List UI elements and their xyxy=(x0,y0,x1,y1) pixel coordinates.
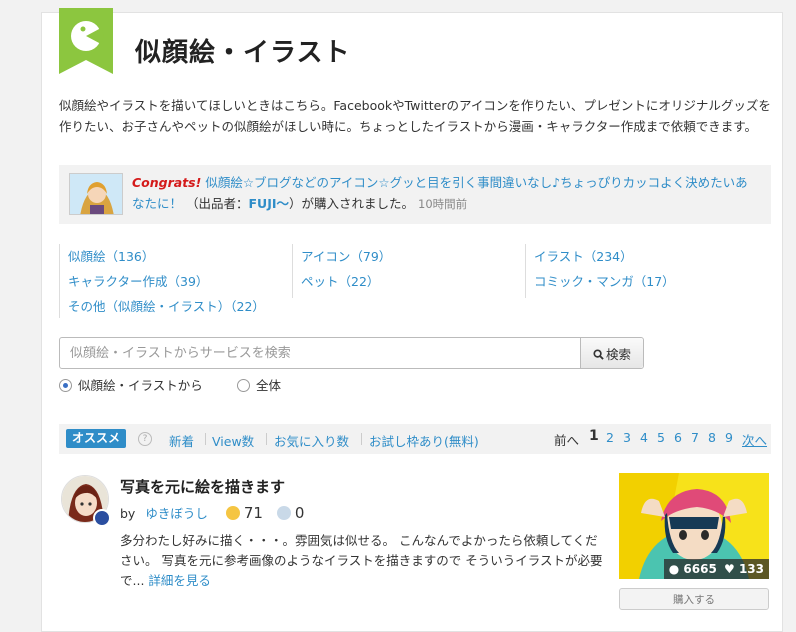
congrats-time: 10時間前 xyxy=(418,197,468,211)
congrats-seller-link[interactable]: FUJI〜 xyxy=(249,196,290,211)
pager-current-page: 1 xyxy=(589,428,599,444)
pager-next-link[interactable]: 次へ xyxy=(742,430,767,449)
search-button-label: 検索 xyxy=(605,346,631,362)
pager-page-link[interactable]: 2 xyxy=(606,430,614,445)
scope-label-all: 全体 xyxy=(256,378,282,393)
sort-newest-link[interactable]: 新着 xyxy=(169,431,194,450)
scope-radio-all[interactable]: 全体 xyxy=(237,375,281,394)
help-icon[interactable]: ? xyxy=(138,432,152,446)
subcategory-link-icon[interactable]: アイコン（79） xyxy=(301,244,391,269)
sort-favorites-link[interactable]: お気に入り数 xyxy=(274,431,349,450)
service-thumbnail[interactable]: ● 6665 ♥ 133 xyxy=(619,473,769,579)
subcategory-link-nigaoe[interactable]: 似顔絵（136） xyxy=(68,244,265,269)
sort-recommended-tab[interactable]: オススメ xyxy=(66,429,127,448)
good-rating-count: 71 xyxy=(243,504,263,522)
subcategory-column-2: アイコン（79） ペット（22） xyxy=(292,244,391,298)
pager-prev: 前へ xyxy=(554,433,580,448)
views-icon: ● xyxy=(668,562,680,576)
congrats-text: Congrats! 似顔絵☆ブログなどのアイコン☆グッと目を引く事間違いなし♪ち… xyxy=(132,172,752,215)
service-byline: by ゆきぼうし 71 0 xyxy=(120,503,304,522)
service-listing: 写真を元に絵を描きます by ゆきぼうし 71 0 多分わたし好みに描く・・・。… xyxy=(59,471,771,631)
good-rating-icon xyxy=(225,506,240,520)
radio-checked-icon xyxy=(59,379,72,392)
search-box: 検索 xyxy=(59,337,644,369)
pager-page-link[interactable]: 6 xyxy=(674,430,682,445)
pager-page-link[interactable]: 4 xyxy=(640,430,648,445)
page-title: 似顔絵・イラスト xyxy=(135,38,351,68)
subcategory-column-3: イラスト（234） コミック・マンガ（17） xyxy=(525,244,675,298)
service-title[interactable]: 写真を元に絵を描きます xyxy=(120,476,285,497)
bad-rating-count: 0 xyxy=(294,504,305,522)
sort-divider xyxy=(361,433,362,445)
pager-page-link[interactable]: 9 xyxy=(725,430,733,445)
scope-radio-category[interactable]: 似顔絵・イラストから xyxy=(59,375,203,394)
subcategory-link-character[interactable]: キャラクター作成（39） xyxy=(68,269,265,294)
sort-bar: オススメ ? 新着 View数 お気に入り数 お試し枠あり(無料) 前へ 1 2… xyxy=(59,424,771,454)
search-input[interactable] xyxy=(60,338,580,368)
sort-free-trial-link[interactable]: お試し枠あり(無料) xyxy=(369,431,479,450)
buy-button[interactable]: 購入する xyxy=(619,588,769,610)
bad-rating-icon xyxy=(276,506,291,520)
seller-rank-badge-icon xyxy=(93,509,111,527)
congrats-seller-prefix: （出品者： xyxy=(186,196,249,211)
sort-divider xyxy=(205,433,206,445)
search-icon xyxy=(593,348,604,360)
like-count: 133 xyxy=(738,562,764,576)
service-stats: ● 6665 ♥ 133 xyxy=(663,559,769,579)
pager-page-link[interactable]: 8 xyxy=(708,430,716,445)
pager-page-link[interactable]: 3 xyxy=(623,430,631,445)
subcategory-link-comic[interactable]: コミック・マンガ（17） xyxy=(534,269,675,294)
seller-name-link[interactable]: ゆきぼうし xyxy=(145,506,208,521)
search-button[interactable]: 検索 xyxy=(580,338,643,368)
congrats-banner: Congrats! 似顔絵☆ブログなどのアイコン☆グッと目を引く事間違いなし♪ち… xyxy=(59,165,771,224)
radio-unchecked-icon xyxy=(237,379,250,392)
congrats-label: Congrats! xyxy=(132,175,202,190)
sort-views-link[interactable]: View数 xyxy=(212,431,254,450)
subcategory-list: 似顔絵（136） キャラクター作成（39） その他（似顔絵・イラスト）（22） … xyxy=(59,244,771,318)
category-description: 似顔絵やイラストを描いてほしいときはこちら。FacebookやTwitterのア… xyxy=(59,98,771,134)
category-ribbon-icon xyxy=(59,8,113,74)
scope-label-category: 似顔絵・イラストから xyxy=(78,378,203,393)
pager-page-link[interactable]: 5 xyxy=(657,430,665,445)
congrats-seller-suffix: ）が購入されました。 xyxy=(289,196,415,211)
heart-icon: ♥ xyxy=(723,562,735,576)
details-link[interactable]: 詳細を見る xyxy=(148,573,211,588)
service-description: 多分わたし好みに描く・・・。雰囲気は似せる。 こんなんでよかったら依頼してくださ… xyxy=(120,531,605,591)
byline-prefix: by xyxy=(120,506,136,521)
subcategory-link-other[interactable]: その他（似顔絵・イラスト）（22） xyxy=(68,294,265,319)
subcategory-link-pet[interactable]: ペット（22） xyxy=(301,269,391,294)
sort-divider xyxy=(266,433,267,445)
subcategory-link-illust[interactable]: イラスト（234） xyxy=(534,244,675,269)
pager-page-link[interactable]: 7 xyxy=(691,430,699,445)
subcategory-column-1: 似顔絵（136） キャラクター作成（39） その他（似顔絵・イラスト）（22） xyxy=(59,244,265,318)
view-count: 6665 xyxy=(683,562,717,576)
category-card: 似顔絵・イラスト 似顔絵やイラストを描いてほしいときはこちら。Facebookや… xyxy=(41,8,783,632)
purchased-service-thumbnail[interactable] xyxy=(69,173,123,215)
